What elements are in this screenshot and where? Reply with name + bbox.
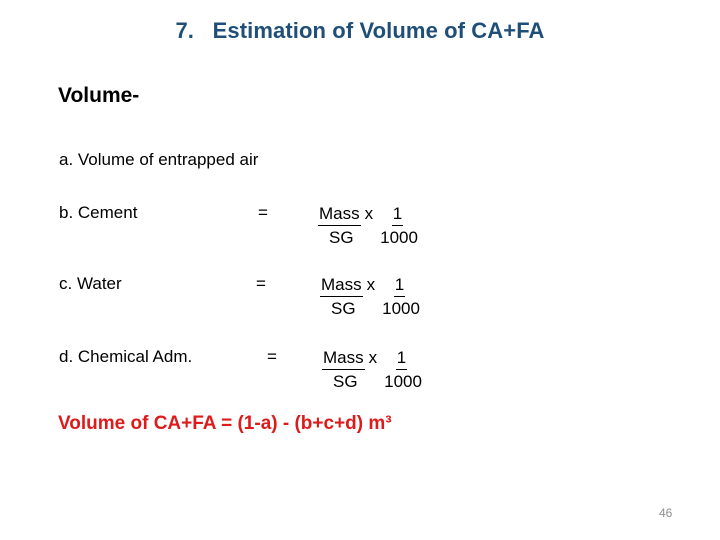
fraction-denominator: 1000	[384, 372, 422, 392]
formula-row-water: c. Water = Mass SG x 1 1000	[0, 274, 720, 332]
fraction-one-over-thousand: 1 1000	[379, 274, 420, 321]
fraction-denominator: 1000	[380, 228, 418, 248]
formula-label: b. Cement	[59, 203, 138, 222]
fraction-denominator: SG	[333, 372, 358, 392]
fraction-mass-over-sg: Mass SG	[322, 347, 365, 394]
formula-expression: Mass SG x 1 1000	[318, 203, 418, 250]
volume-heading: Volume-	[58, 84, 140, 107]
multiplication-sign: x	[366, 275, 376, 294]
fraction-one-over-thousand: 1 1000	[381, 347, 422, 394]
slide-canvas: 7. Estimation of Volume of CA+FA Volume-…	[0, 0, 720, 540]
fraction-mass-over-sg: Mass SG	[320, 274, 363, 321]
fraction-numerator: Mass	[320, 274, 363, 298]
fraction-denominator: 1000	[382, 299, 420, 319]
fraction-mass-over-sg: Mass SG	[318, 203, 361, 250]
formula-expression: Mass SG x 1 1000	[322, 347, 422, 394]
formula-expression: Mass SG x 1 1000	[320, 274, 420, 321]
formula-label: c. Water	[59, 274, 122, 293]
equals-sign: =	[258, 203, 268, 222]
fraction-denominator: SG	[329, 228, 354, 248]
multiplication-sign: x	[368, 348, 378, 367]
fraction-numerator: 1	[395, 347, 408, 371]
list-item-entrapped-air: a. Volume of entrapped air	[59, 150, 259, 169]
fraction-numerator: Mass	[322, 347, 365, 371]
multiplication-sign: x	[364, 204, 374, 223]
equals-sign: =	[267, 347, 277, 366]
formula-row-chemical-adm: d. Chemical Adm. = Mass SG x 1 1000	[0, 347, 720, 405]
page-number: 46	[659, 506, 673, 520]
fraction-one-over-thousand: 1 1000	[377, 203, 418, 250]
formula-label: d. Chemical Adm.	[59, 347, 193, 366]
fraction-numerator: 1	[393, 274, 406, 298]
formula-row-cement: b. Cement = Mass SG x 1 1000	[0, 203, 720, 261]
fraction-numerator: Mass	[318, 203, 361, 227]
equals-sign: =	[256, 274, 266, 293]
fraction-numerator: 1	[391, 203, 404, 227]
result-formula: Volume of CA+FA = (1-a) - (b+c+d) m³	[58, 413, 392, 434]
page-title: 7. Estimation of Volume of CA+FA	[175, 18, 545, 43]
fraction-denominator: SG	[331, 299, 356, 319]
